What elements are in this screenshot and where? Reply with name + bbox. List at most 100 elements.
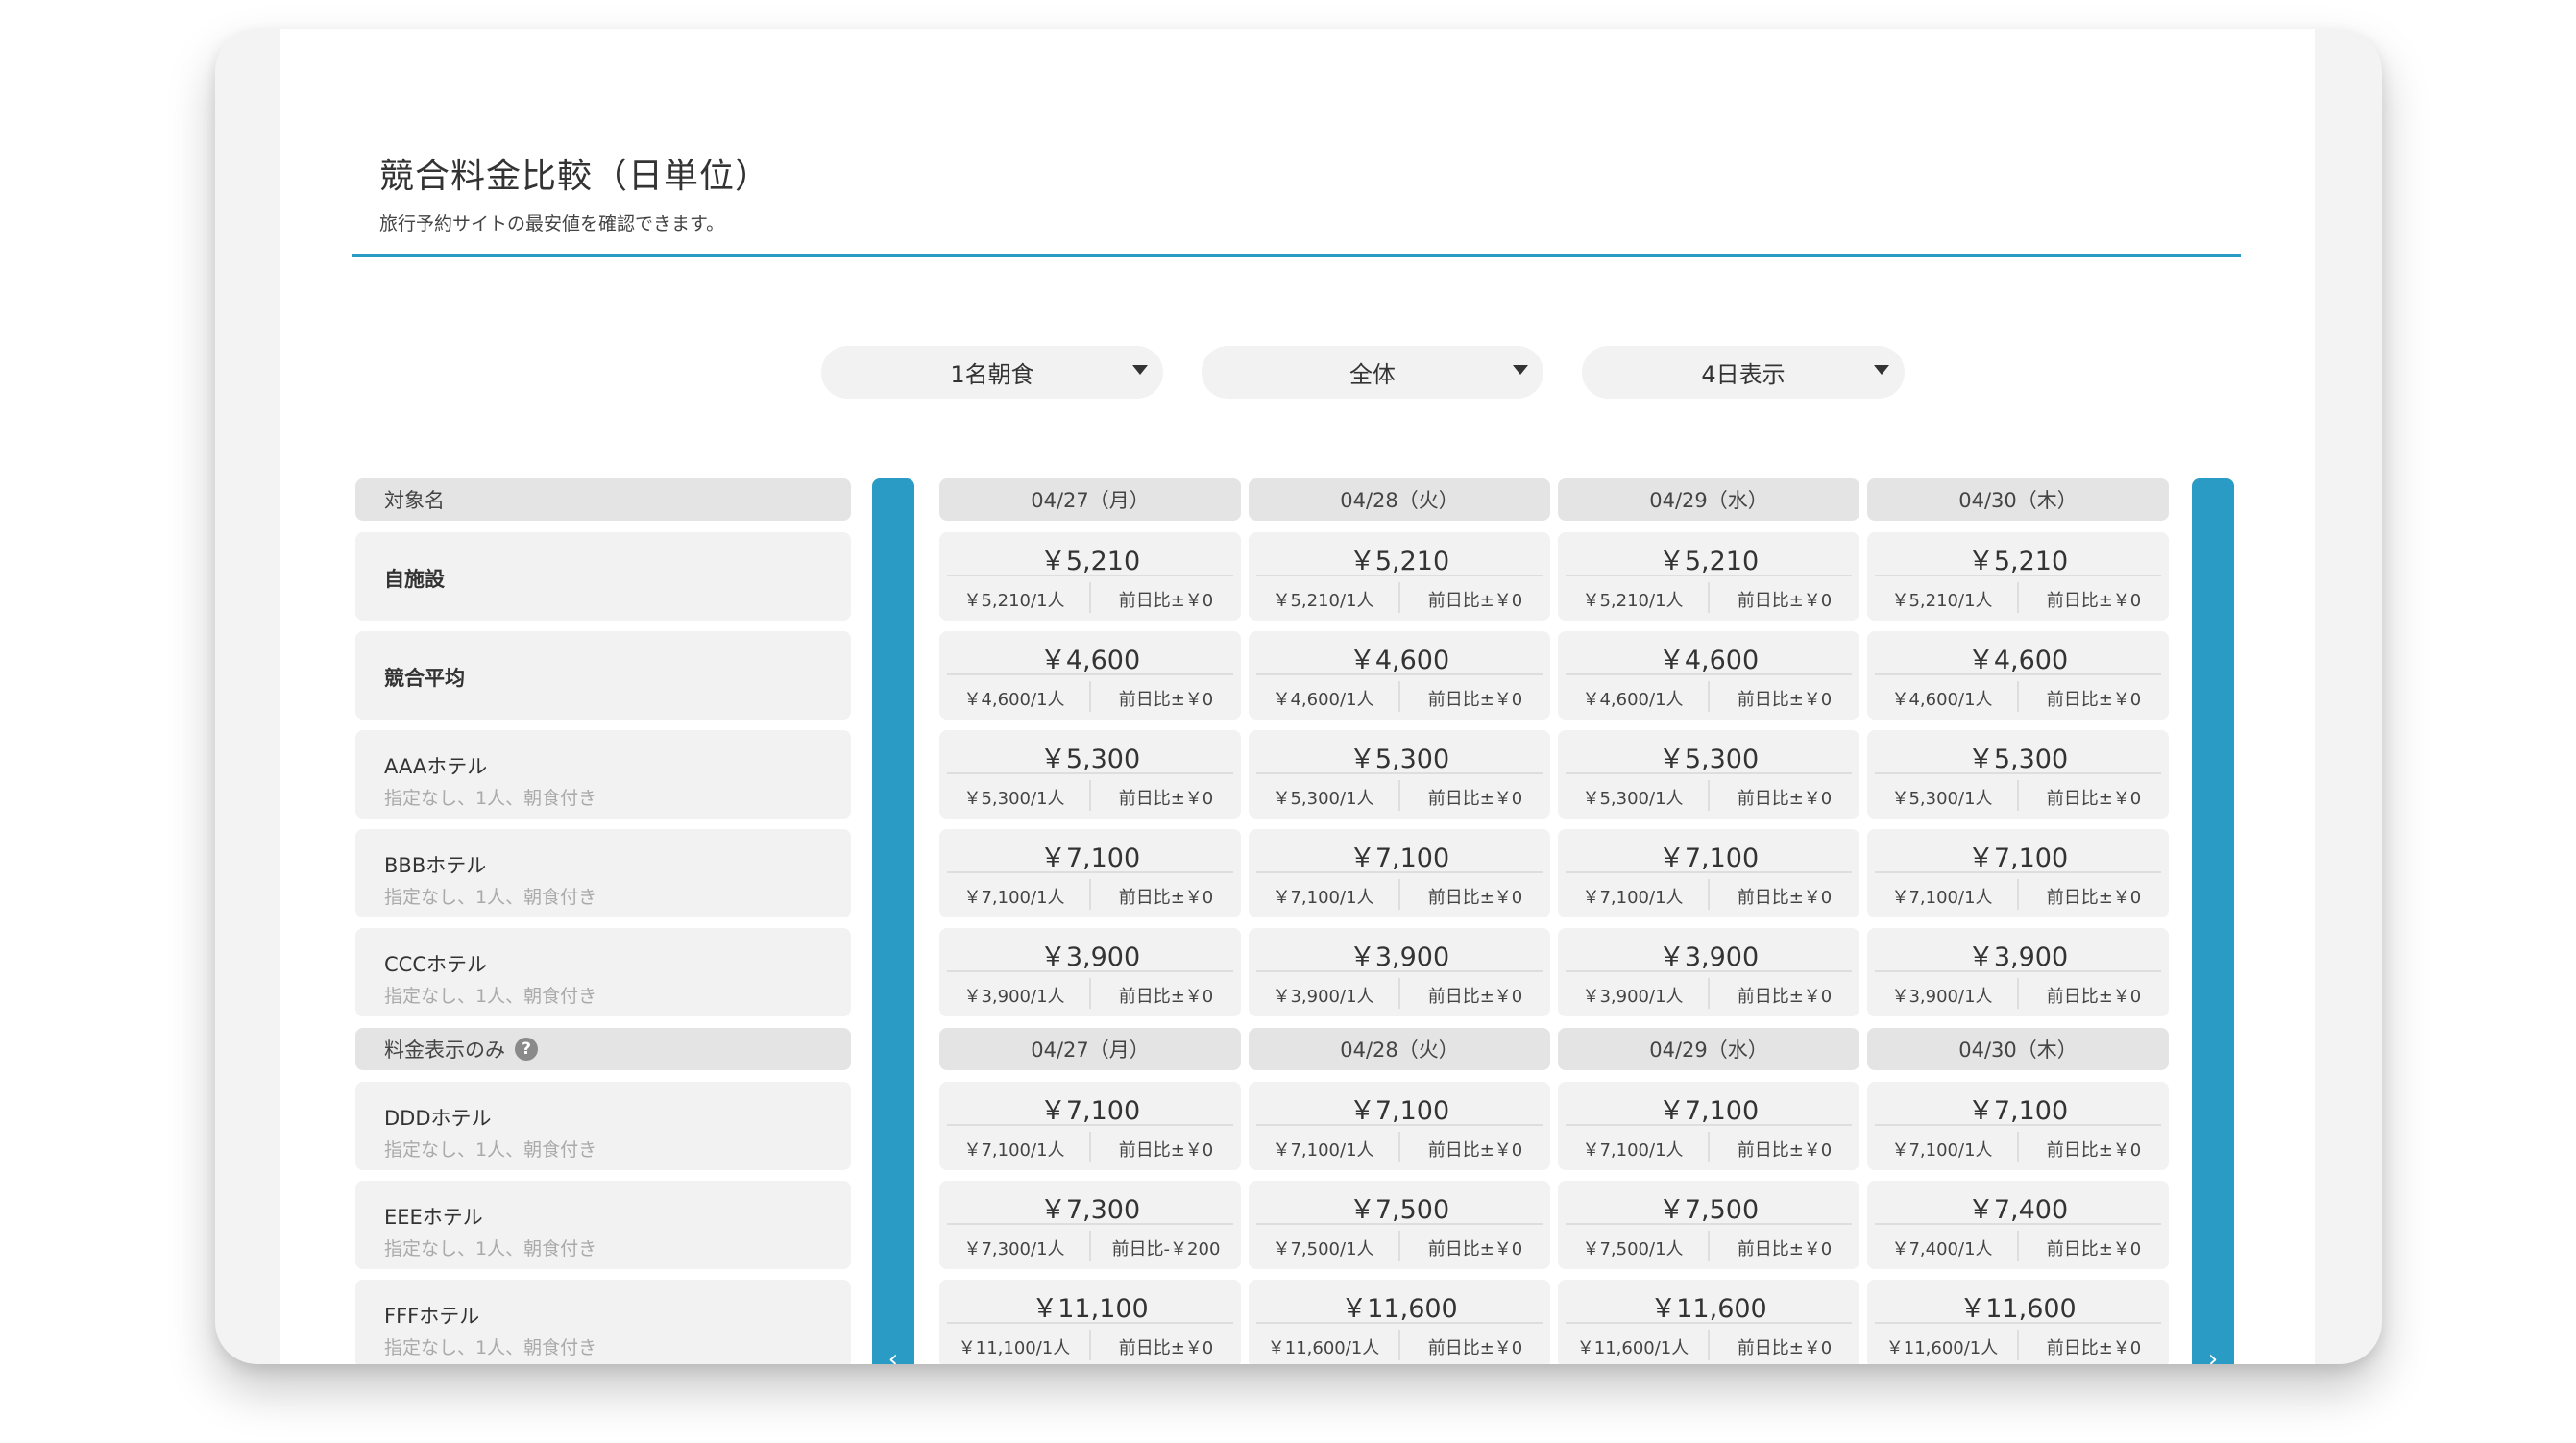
day-over-day-diff: 前日比±￥0 (1118, 1140, 1214, 1161)
cell-divider (1875, 1124, 2161, 1126)
row-name: 自施設 (384, 568, 445, 591)
price-cell[interactable]: ￥7,400 ￥7,400/1人 前日比±￥0 (1867, 1181, 2169, 1269)
day-over-day-diff: 前日比±￥0 (1737, 888, 1833, 908)
cell-divider (947, 575, 1233, 576)
day-over-day-diff: 前日比±￥0 (2046, 789, 2142, 809)
price-value: ￥11,600 (1341, 1294, 1458, 1324)
row-condition: 指定なし、1人、朝食付き (384, 788, 597, 809)
per-person-price: ￥4,600/1人 (1582, 690, 1684, 710)
price-cell[interactable]: ￥7,500 ￥7,500/1人 前日比±￥0 (1558, 1181, 1859, 1269)
price-cell[interactable]: ￥5,300 ￥5,300/1人 前日比±￥0 (1558, 730, 1859, 819)
cell-divider (1875, 970, 2161, 972)
row-condition: 指定なし、1人、朝食付き (384, 986, 597, 1007)
price-cell[interactable]: ￥5,300 ￥5,300/1人 前日比±￥0 (1867, 730, 2169, 819)
price-cell[interactable]: ￥5,210 ￥5,210/1人 前日比±￥0 (939, 532, 1241, 621)
day-over-day-diff: 前日比±￥0 (1118, 888, 1214, 908)
per-person-price: ￥11,600/1人 (1576, 1338, 1689, 1358)
cell-divider (1875, 772, 2161, 774)
price-cell[interactable]: ￥7,500 ￥7,500/1人 前日比±￥0 (1249, 1181, 1550, 1269)
cell-divider (1566, 772, 1852, 774)
price-cell[interactable]: ￥5,300 ￥5,300/1人 前日比±￥0 (1249, 730, 1550, 819)
day-over-day-diff: 前日比±￥0 (1427, 789, 1523, 809)
per-person-price: ￥7,500/1人 (1582, 1239, 1684, 1260)
price-value: ￥7,100 (1349, 844, 1450, 873)
price-cell[interactable]: ￥3,900 ￥3,900/1人 前日比±￥0 (1249, 928, 1550, 1016)
price-cell[interactable]: ￥7,100 ￥7,100/1人 前日比±￥0 (939, 829, 1241, 917)
day-over-day-diff: 前日比-￥200 (1111, 1239, 1221, 1260)
day-over-day-diff: 前日比±￥0 (1427, 591, 1523, 611)
scroll-prev-button[interactable]: ‹ (872, 478, 914, 1364)
price-cell[interactable]: ￥11,600 ￥11,600/1人 前日比±￥0 (1558, 1280, 1859, 1364)
row-name-cell: CCCホテル 指定なし、1人、朝食付き (355, 928, 851, 1016)
cell-divider (1256, 1124, 1543, 1126)
price-cell[interactable]: ￥3,900 ￥3,900/1人 前日比±￥0 (1867, 928, 2169, 1016)
price-cell[interactable]: ￥7,100 ￥7,100/1人 前日比±￥0 (1867, 829, 2169, 917)
meal-plan-select[interactable]: 1名朝食 (821, 346, 1163, 399)
price-cell[interactable]: ￥7,100 ￥7,100/1人 前日比±￥0 (1249, 829, 1550, 917)
cell-divider (947, 673, 1233, 675)
day-over-day-diff: 前日比±￥0 (1427, 1239, 1523, 1260)
caret-down-icon (1874, 365, 1889, 375)
per-person-price: ￥7,500/1人 (1273, 1239, 1374, 1260)
price-cell[interactable]: ￥4,600 ￥4,600/1人 前日比±￥0 (1249, 631, 1550, 720)
price-value: ￥5,210 (1967, 547, 2069, 576)
price-value: ￥7,100 (1349, 1096, 1450, 1126)
price-value: ￥4,600 (1039, 646, 1141, 675)
price-cell[interactable]: ￥11,100 ￥11,100/1人 前日比±￥0 (939, 1280, 1241, 1364)
price-cell[interactable]: ￥7,100 ￥7,100/1人 前日比±￥0 (1249, 1082, 1550, 1170)
per-person-price: ￥5,300/1人 (963, 789, 1065, 809)
help-icon[interactable]: ? (515, 1038, 538, 1061)
price-cell[interactable]: ￥4,600 ￥4,600/1人 前日比±￥0 (1867, 631, 2169, 720)
cell-divider (1875, 871, 2161, 873)
title-divider (352, 254, 2241, 257)
cell-divider (1566, 1223, 1852, 1225)
cell-divider (1875, 1223, 2161, 1225)
price-cell[interactable]: ￥11,600 ￥11,600/1人 前日比±￥0 (1249, 1280, 1550, 1364)
price-cell[interactable]: ￥4,600 ￥4,600/1人 前日比±￥0 (1558, 631, 1859, 720)
price-value: ￥7,100 (1658, 844, 1760, 873)
price-value: ￥7,100 (1039, 1096, 1141, 1126)
date-header: 04/30（木） (1867, 478, 2169, 521)
price-cell[interactable]: ￥3,900 ￥3,900/1人 前日比±￥0 (1558, 928, 1859, 1016)
per-person-price: ￥7,100/1人 (963, 1140, 1065, 1161)
day-over-day-diff: 前日比±￥0 (1427, 987, 1523, 1007)
price-cell[interactable]: ￥3,900 ￥3,900/1人 前日比±￥0 (939, 928, 1241, 1016)
price-cell[interactable]: ￥11,600 ￥11,600/1人 前日比±￥0 (1867, 1280, 2169, 1364)
day-range-select[interactable]: 4日表示 (1582, 346, 1905, 399)
day-over-day-diff: 前日比±￥0 (1737, 1338, 1833, 1358)
meal-plan-select-value: 1名朝食 (950, 361, 1034, 388)
page-subtitle: 旅行予約サイトの最安値を確認できます。 (379, 213, 725, 234)
row-name: FFFホテル (384, 1305, 480, 1328)
scope-select[interactable]: 全体 (1202, 346, 1543, 399)
cell-divider (1256, 871, 1543, 873)
day-over-day-diff: 前日比±￥0 (1737, 987, 1833, 1007)
price-cell[interactable]: ￥7,100 ￥7,100/1人 前日比±￥0 (1867, 1082, 2169, 1170)
price-cell[interactable]: ￥5,210 ￥5,210/1人 前日比±￥0 (1558, 532, 1859, 621)
row-name-cell: 自施設 (355, 532, 851, 621)
scroll-next-button[interactable]: › (2192, 478, 2234, 1364)
day-over-day-diff: 前日比±￥0 (2046, 690, 2142, 710)
cell-divider (1875, 673, 2161, 675)
price-value: ￥11,600 (1650, 1294, 1767, 1324)
price-cell[interactable]: ￥4,600 ￥4,600/1人 前日比±￥0 (939, 631, 1241, 720)
price-cell[interactable]: ￥5,300 ￥5,300/1人 前日比±￥0 (939, 730, 1241, 819)
price-cell[interactable]: ￥7,100 ￥7,100/1人 前日比±￥0 (1558, 1082, 1859, 1170)
caret-down-icon (1513, 365, 1528, 375)
price-cell[interactable]: ￥7,100 ￥7,100/1人 前日比±￥0 (1558, 829, 1859, 917)
row-name: AAAホテル (384, 755, 488, 778)
price-value: ￥7,100 (1039, 844, 1141, 873)
price-cell[interactable]: ￥7,100 ￥7,100/1人 前日比±￥0 (939, 1082, 1241, 1170)
cell-divider (1256, 1223, 1543, 1225)
day-over-day-diff: 前日比±￥0 (2046, 1338, 2142, 1358)
price-value: ￥4,600 (1658, 646, 1760, 675)
price-value: ￥7,100 (1967, 844, 2069, 873)
page-title: 競合料金比較（日単位） (379, 157, 771, 196)
price-value: ￥5,300 (1967, 745, 2069, 774)
price-cell[interactable]: ￥5,210 ￥5,210/1人 前日比±￥0 (1867, 532, 2169, 621)
cell-divider (1256, 1322, 1543, 1324)
per-person-price: ￥4,600/1人 (963, 690, 1065, 710)
price-cell[interactable]: ￥7,300 ￥7,300/1人 前日比-￥200 (939, 1181, 1241, 1269)
chevron-left-icon: ‹ (887, 1345, 899, 1364)
price-cell[interactable]: ￥5,210 ￥5,210/1人 前日比±￥0 (1249, 532, 1550, 621)
price-value: ￥5,210 (1039, 547, 1141, 576)
